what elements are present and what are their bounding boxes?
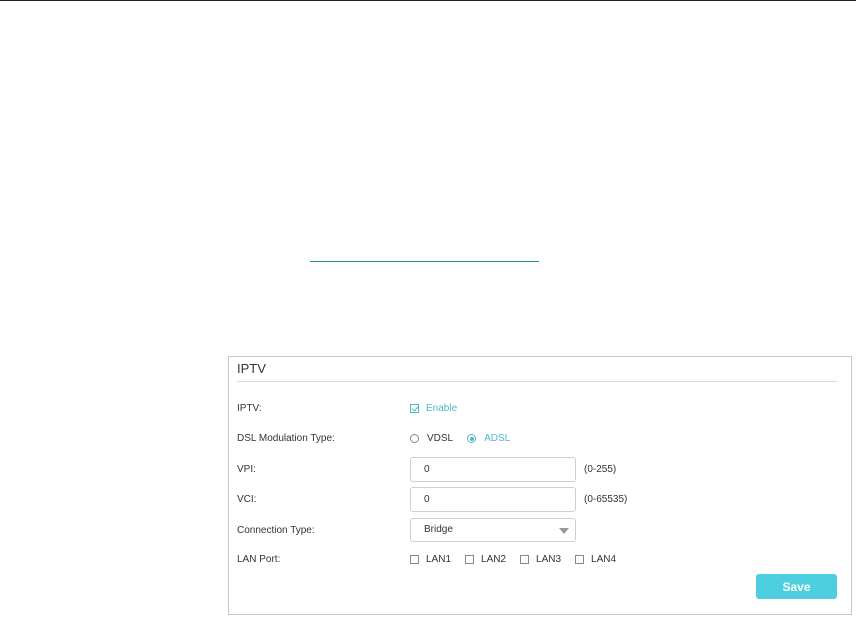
lan1-label: LAN1 — [426, 554, 452, 565]
lan4-checkbox[interactable]: LAN4 — [575, 554, 616, 565]
iptv-enable-label: Enable — [426, 403, 458, 414]
vci-input[interactable]: 0 — [410, 487, 576, 512]
lan-label: LAN Port: — [237, 554, 281, 565]
lan1-checkbox[interactable]: LAN1 — [410, 554, 451, 565]
iptv-panel: IPTV IPTV: Enable DSL Modulation Type: V… — [228, 356, 852, 615]
lan2-label: LAN2 — [481, 554, 507, 565]
checkbox-icon[interactable] — [465, 555, 475, 564]
radio-vdsl-label: VDSL — [427, 433, 454, 444]
connection-type-value: Bridge — [424, 524, 453, 535]
radio-selected-icon[interactable] — [467, 434, 477, 443]
connection-type-select[interactable]: Bridge — [410, 518, 576, 542]
vpi-label: VPI: — [237, 464, 256, 475]
lan4-label: LAN4 — [591, 554, 617, 565]
vpi-input[interactable]: 0 — [410, 457, 576, 482]
dsl-label: DSL Modulation Type: — [237, 433, 335, 444]
checkbox-icon[interactable] — [575, 555, 585, 564]
radio-adsl[interactable]: ADSL — [467, 433, 510, 444]
radio-unselected-icon[interactable] — [410, 434, 419, 443]
top-divider — [0, 0, 856, 1]
save-button[interactable]: Save — [756, 574, 837, 599]
checkbox-icon[interactable] — [410, 555, 419, 564]
radio-adsl-label: ADSL — [484, 433, 511, 444]
lan-checkbox-group: LAN1 LAN2 LAN3 LAN4 — [410, 554, 630, 565]
panel-divider — [237, 381, 837, 382]
panel-title: IPTV — [237, 361, 266, 376]
checkbox-checked-icon[interactable] — [410, 404, 419, 413]
link-underline — [310, 261, 539, 262]
connection-label: Connection Type: — [237, 525, 315, 536]
lan3-label: LAN3 — [536, 554, 562, 565]
vci-label: VCI: — [237, 494, 257, 505]
vci-range: (0-65535) — [584, 494, 628, 505]
lan2-checkbox[interactable]: LAN2 — [465, 554, 506, 565]
iptv-label: IPTV: — [237, 403, 262, 414]
checkbox-icon[interactable] — [520, 555, 530, 564]
iptv-enable-checkbox[interactable]: Enable — [410, 403, 457, 414]
vpi-range: (0-255) — [584, 464, 617, 475]
chevron-down-icon[interactable] — [559, 528, 569, 534]
dsl-radio-group: VDSL ADSL — [410, 433, 524, 444]
lan3-checkbox[interactable]: LAN3 — [520, 554, 561, 565]
radio-vdsl[interactable]: VDSL — [410, 433, 453, 444]
